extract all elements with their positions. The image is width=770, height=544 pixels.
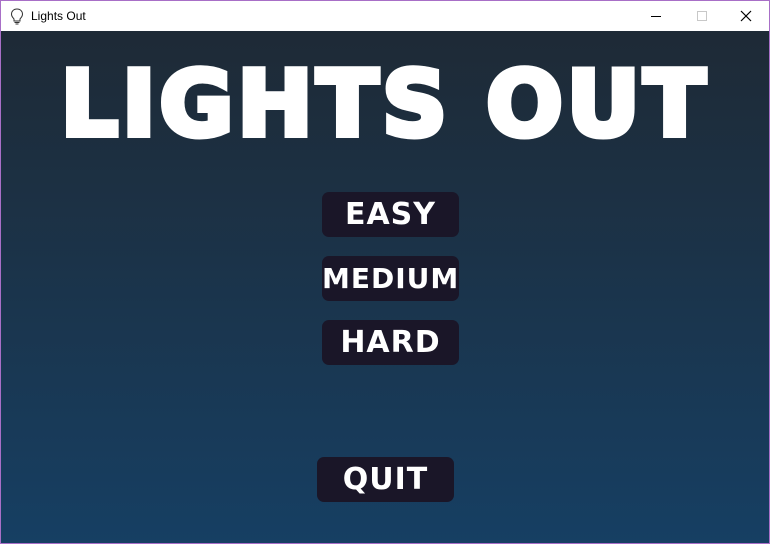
title-bar[interactable]: Lights Out	[1, 1, 769, 31]
minimize-icon	[651, 16, 661, 17]
minimize-button[interactable]	[633, 1, 679, 31]
lightbulb-icon	[10, 8, 24, 25]
medium-button[interactable]: MEDIUM	[322, 256, 459, 301]
hard-button[interactable]: HARD	[322, 320, 459, 365]
close-button[interactable]	[723, 1, 769, 31]
maximize-icon	[697, 11, 707, 21]
game-canvas: LIGHTS OUT EASY MEDIUM HARD QUIT	[1, 31, 769, 543]
game-title: LIGHTS OUT	[58, 52, 710, 158]
quit-button[interactable]: QUIT	[317, 457, 454, 502]
window-title: Lights Out	[31, 9, 86, 23]
easy-button[interactable]: EASY	[322, 192, 459, 237]
maximize-button[interactable]	[679, 1, 725, 31]
app-window: Lights Out LIGHTS OUT EASY MEDIUM HARD Q…	[0, 0, 770, 544]
close-icon	[740, 10, 752, 22]
